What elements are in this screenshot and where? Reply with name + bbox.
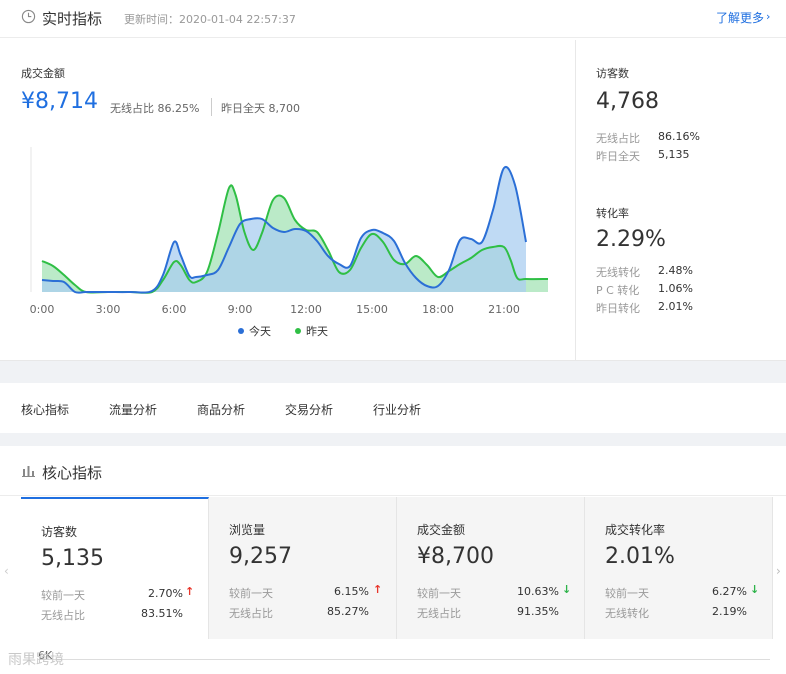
metric-value: 2.01% <box>605 544 675 569</box>
conversion-row-value: 2.48% <box>658 264 693 277</box>
panel-divider <box>575 40 576 360</box>
arrow-up-icon: ↑ <box>373 583 383 596</box>
tab-trade-analysis[interactable]: 交易分析 <box>285 401 333 418</box>
metric-value: 9,257 <box>229 544 292 569</box>
visitors-value: 4,768 <box>596 89 659 114</box>
x-tick-label: 0:00 <box>30 303 55 316</box>
arrow-down-icon: ↓ <box>562 583 572 596</box>
metric-sub-value: 85.27% <box>327 605 369 618</box>
arrow-up-icon: ↑ <box>185 585 195 598</box>
tab-product-analysis[interactable]: 商品分析 <box>197 401 245 418</box>
conversion-row-label: 无线转化 <box>596 266 640 279</box>
chart-baseline <box>38 659 770 660</box>
metric-compare-value: 6.27% <box>712 585 747 598</box>
realtime-area-chart: 0:00 3:00 6:00 9:00 12:00 15:00 18:00 21:00 今天 昨天 <box>30 147 549 338</box>
gmv-value: ¥8,714 <box>21 89 98 114</box>
metric-card-gmv[interactable]: 成交金额 ¥8,700 较前一天 10.63% ↓ 无线占比 91.35% <box>397 497 585 639</box>
conversion-row-label: 昨日转化 <box>596 302 640 315</box>
metric-compare-label: 较前一天 <box>417 587 461 600</box>
x-tick-label: 9:00 <box>228 303 253 316</box>
visitors-label: 访客数 <box>596 67 629 80</box>
gmv-separator <box>211 98 212 116</box>
learn-more-link[interactable]: 了解更多 <box>716 9 764 26</box>
gmv-wireless-ratio: 无线占比 86.25% <box>110 102 200 115</box>
chevron-right-icon[interactable]: › <box>766 10 770 23</box>
bar-chart-icon <box>22 466 35 477</box>
metric-value: ¥8,700 <box>417 544 494 569</box>
legend-label[interactable]: 今天 <box>249 324 271 338</box>
watermark-logo: 雨果跨境 <box>8 652 64 668</box>
gmv-label: 成交金额 <box>21 67 65 80</box>
visitors-row-label: 无线占比 <box>596 132 640 145</box>
metric-value: 5,135 <box>41 546 104 571</box>
metric-compare-value: 2.70% <box>148 587 183 600</box>
legend-marker <box>295 328 301 334</box>
metric-sub-value: 83.51% <box>141 607 183 620</box>
metric-sub-value: 2.19% <box>712 605 747 618</box>
metric-card-conversion-rate[interactable]: 成交转化率 2.01% 较前一天 6.27% ↓ 无线转化 2.19% <box>585 497 773 639</box>
realtime-panel: 实时指标 更新时间：2020-01-04 22:57:37 了解更多 › 成交金… <box>0 0 786 361</box>
x-tick-label: 6:00 <box>162 303 187 316</box>
conversion-row-label: P C 转化 <box>596 284 640 297</box>
metric-card-pageviews[interactable]: 浏览量 9,257 较前一天 6.15% ↑ 无线占比 85.27% <box>209 497 397 639</box>
analysis-tabs: 核心指标 流量分析 商品分析 交易分析 行业分析 <box>0 383 786 433</box>
realtime-title: 实时指标 <box>42 10 103 28</box>
conversion-row-value: 1.06% <box>658 282 693 295</box>
metric-compare-label: 较前一天 <box>605 587 649 600</box>
conversion-label: 转化率 <box>596 207 629 220</box>
legend-marker <box>238 328 244 334</box>
metric-compare-value: 6.15% <box>334 585 369 598</box>
metric-sub-value: 91.35% <box>517 605 559 618</box>
tab-core-metrics[interactable]: 核心指标 <box>21 401 69 418</box>
x-tick-label: 12:00 <box>290 303 322 316</box>
arrow-down-icon: ↓ <box>750 583 760 596</box>
metric-label: 浏览量 <box>229 523 266 537</box>
conversion-value: 2.29% <box>596 227 666 252</box>
x-tick-label: 21:00 <box>488 303 520 316</box>
metric-sub-label: 无线占比 <box>229 607 273 620</box>
metric-compare-label: 较前一天 <box>41 589 85 602</box>
chevron-left-icon[interactable]: ‹ <box>4 564 9 578</box>
metric-sub-label: 无线占比 <box>417 607 461 620</box>
update-time: 更新时间：2020-01-04 22:57:37 <box>124 13 296 26</box>
visitors-row-label: 昨日全天 <box>596 150 640 163</box>
visitors-row-value: 5,135 <box>658 148 690 161</box>
metric-label: 成交金额 <box>417 523 466 537</box>
metric-label: 访客数 <box>41 525 78 539</box>
core-title: 核心指标 <box>42 464 103 482</box>
metric-sub-label: 无线转化 <box>605 607 649 620</box>
visitors-row-value: 86.16% <box>658 130 700 143</box>
x-tick-label: 15:00 <box>356 303 388 316</box>
metric-sub-label: 无线占比 <box>41 609 85 622</box>
core-title-bar: 核心指标 <box>0 446 786 496</box>
metric-compare-value: 10.63% <box>517 585 559 598</box>
chevron-right-icon[interactable]: › <box>776 564 781 578</box>
metric-compare-label: 较前一天 <box>229 587 273 600</box>
clock-icon <box>21 9 36 24</box>
x-tick-label: 18:00 <box>422 303 454 316</box>
core-metrics-panel: 核心指标 ‹ 访客数 5,135 较前一天 2.70% ↑ 无线占比 83.51… <box>0 446 786 674</box>
x-tick-label: 3:00 <box>96 303 121 316</box>
legend-label[interactable]: 昨天 <box>306 325 328 338</box>
gmv-yesterday-total: 昨日全天 8,700 <box>221 102 300 115</box>
metric-label: 成交转化率 <box>605 523 666 537</box>
realtime-title-bar: 实时指标 更新时间：2020-01-04 22:57:37 了解更多 › <box>0 0 786 38</box>
conversion-row-value: 2.01% <box>658 300 693 313</box>
tab-traffic-analysis[interactable]: 流量分析 <box>109 401 157 418</box>
metric-card-visitors[interactable]: 访客数 5,135 较前一天 2.70% ↑ 无线占比 83.51% <box>21 497 209 639</box>
tab-industry-analysis[interactable]: 行业分析 <box>373 401 421 418</box>
